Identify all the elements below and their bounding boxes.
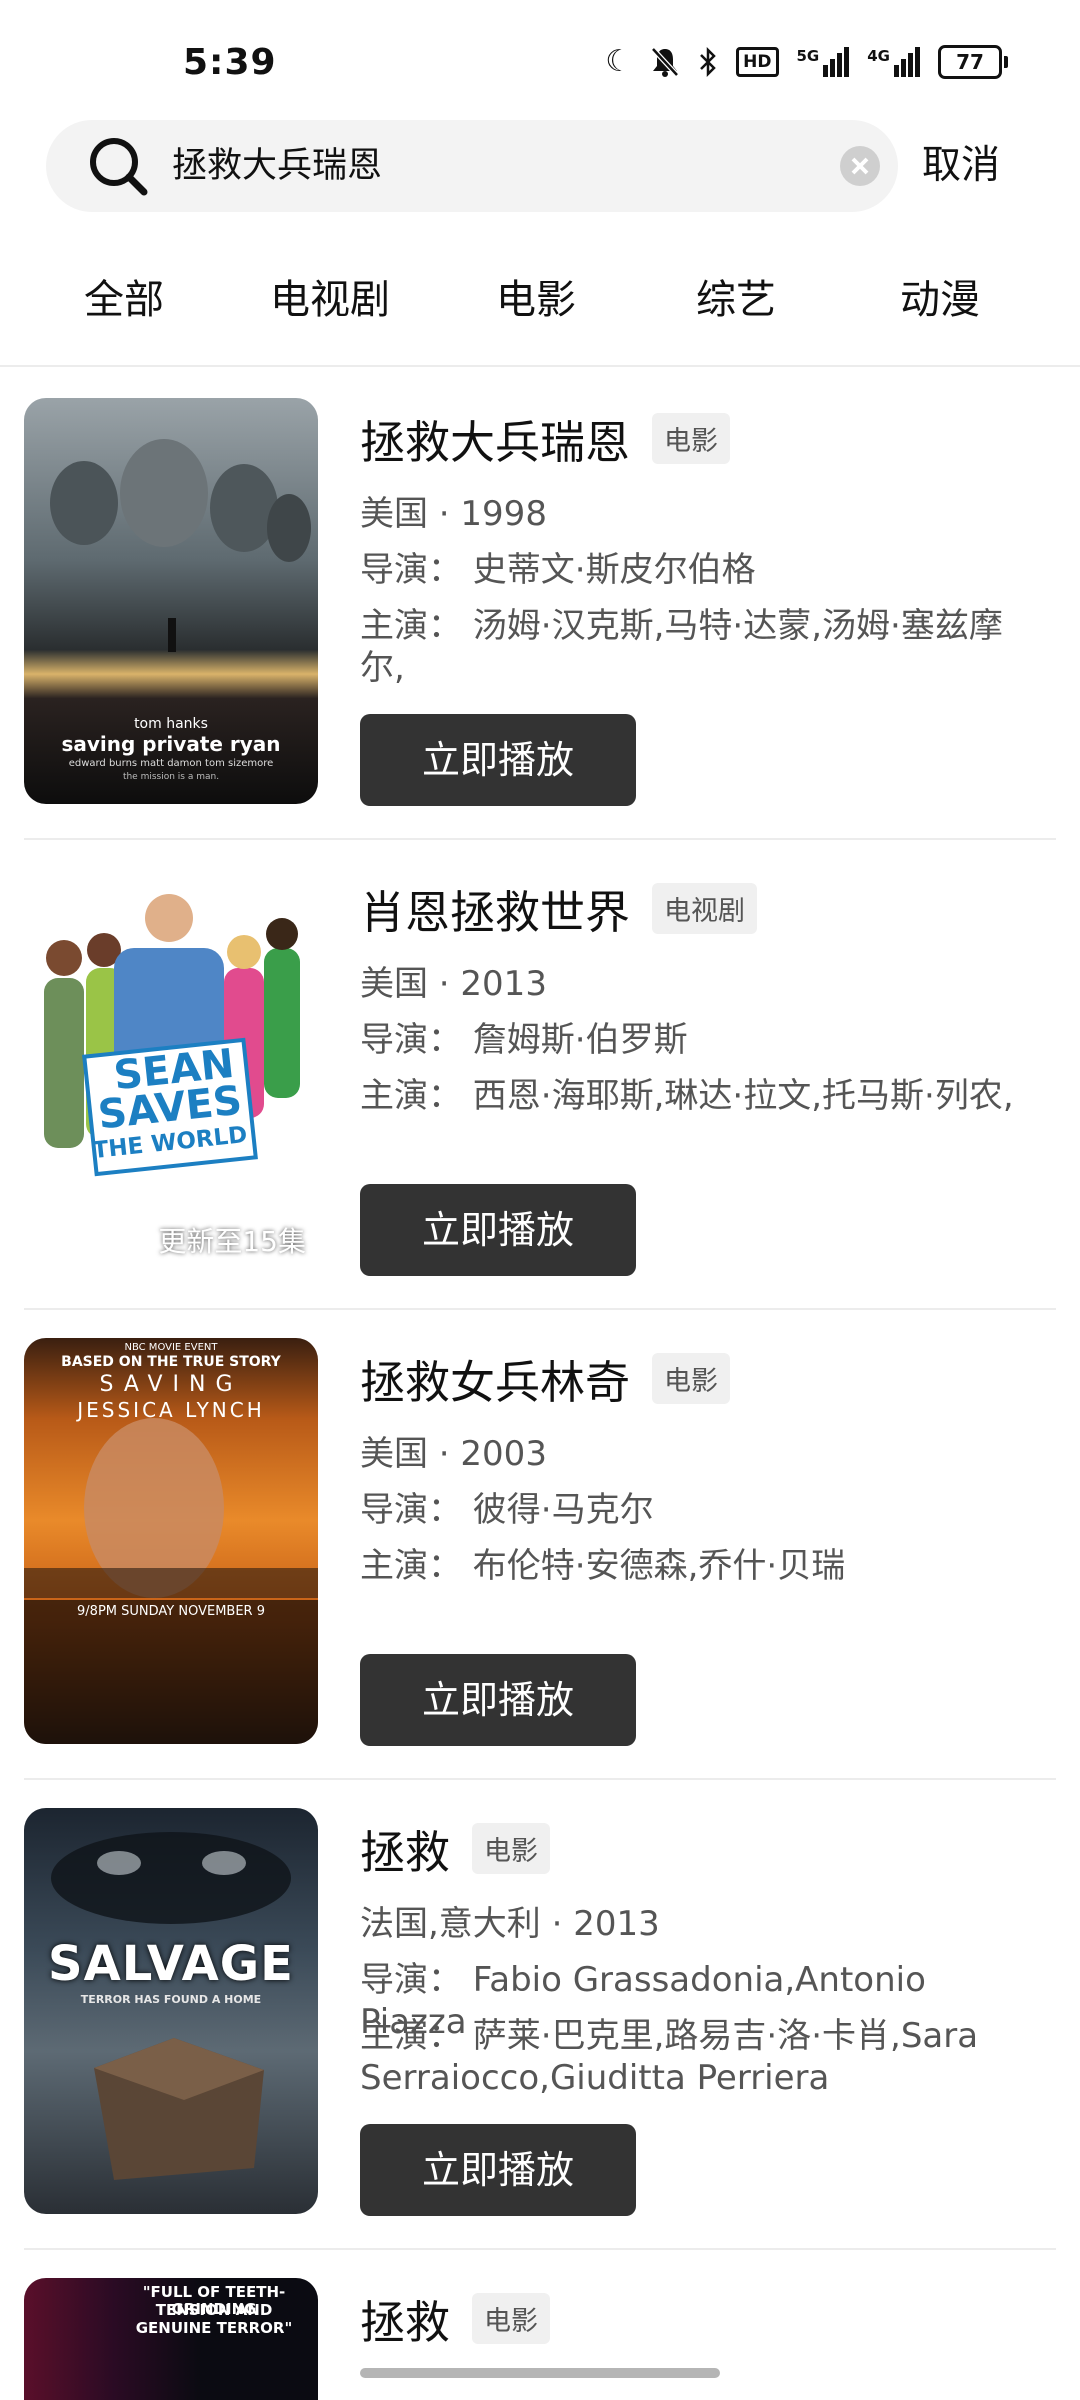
director: 导演： 詹姆斯·伯罗斯	[360, 1020, 688, 1060]
result-title[interactable]: 拯救大兵瑞恩	[360, 406, 630, 471]
divider	[0, 365, 1080, 367]
moon-icon: ☾	[605, 44, 633, 79]
poster-image[interactable]: SALVAGE TERROR HAS FOUND A HOME	[24, 1808, 318, 2214]
signal-4g-icon: 4G	[867, 47, 920, 77]
search-bar[interactable]: 拯救大兵瑞恩	[46, 120, 898, 212]
cast: 主演： 布伦特·安德森,乔什·贝瑞	[360, 1546, 846, 1586]
cast: 主演： 汤姆·汉克斯,马特·达蒙,汤姆·塞兹摩尔,	[360, 606, 1003, 688]
category-tabs: 全部 电视剧 电影 综艺 动漫	[0, 255, 1080, 345]
poster-image[interactable]: SEAN SAVES THE WORLD 更新至15集	[24, 868, 318, 1274]
search-input[interactable]: 拯救大兵瑞恩	[172, 120, 382, 212]
cast: 主演： 萨莱·巴克里,路易吉·洛·卡肖,Sara Serraiocco,Giud…	[360, 2016, 979, 2098]
update-badge: 更新至15集	[158, 1225, 306, 1258]
result-title[interactable]: 拯救	[360, 1816, 450, 1881]
region-year: 美国 · 1998	[360, 494, 547, 534]
tab-tv-series[interactable]: 电视剧	[270, 255, 390, 345]
divider	[24, 838, 1056, 840]
type-badge: 电影	[652, 413, 731, 464]
tab-variety[interactable]: 综艺	[696, 255, 776, 345]
bluetooth-icon	[700, 46, 716, 78]
search-icon	[90, 138, 148, 196]
home-indicator[interactable]	[360, 2368, 720, 2378]
play-button[interactable]: 立即播放	[360, 1184, 636, 1276]
hd-icon: HD	[736, 47, 779, 77]
type-badge: 电影	[472, 1823, 551, 1874]
play-button[interactable]: 立即播放	[360, 2124, 636, 2216]
poster-image[interactable]: tom hanks saving private ryan edward bur…	[24, 398, 318, 804]
divider	[24, 1308, 1056, 1310]
region-year: 美国 · 2003	[360, 1434, 547, 1474]
poster-image[interactable]: NBC MOVIE EVENT BASED ON THE TRUE STORY …	[24, 1338, 318, 1744]
type-badge: 电影	[652, 1353, 731, 1404]
signal-5g-icon: 5G	[797, 47, 850, 77]
status-bar: 5:39 ☾ HD 5G 4G 77	[0, 0, 1080, 110]
cancel-button[interactable]: 取消	[922, 120, 1000, 212]
status-icons: ☾ HD 5G 4G 77	[605, 44, 1008, 80]
tab-all[interactable]: 全部	[84, 255, 164, 345]
cast: 主演： 西恩·海耶斯,琳达·拉文,托马斯·列农,	[360, 1076, 1014, 1116]
result-title[interactable]: 拯救女兵林奇	[360, 1346, 630, 1411]
bell-off-icon	[651, 47, 679, 77]
play-button[interactable]: 立即播放	[360, 714, 636, 806]
tab-movies[interactable]: 电影	[496, 255, 576, 345]
result-title[interactable]: 拯救	[360, 2286, 450, 2351]
tab-anime[interactable]: 动漫	[900, 255, 980, 345]
director: 导演： 彼得·马克尔	[360, 1490, 654, 1530]
director: 导演： 史蒂文·斯皮尔伯格	[360, 550, 756, 590]
type-badge: 电影	[472, 2293, 551, 2344]
region-year: 美国 · 2013	[360, 964, 547, 1004]
region-year: 法国,意大利 · 2013	[360, 1904, 660, 1944]
battery-icon: 77	[938, 45, 1008, 79]
result-title[interactable]: 肖恩拯救世界	[360, 876, 630, 941]
divider	[24, 1778, 1056, 1780]
divider	[24, 2248, 1056, 2250]
play-button[interactable]: 立即播放	[360, 1654, 636, 1746]
clear-icon[interactable]	[840, 146, 880, 186]
type-badge: 电视剧	[652, 883, 758, 934]
status-time: 5:39	[183, 42, 277, 83]
poster-image[interactable]: "FULL OF TEETH-GRINDING TENSION AND GENU…	[24, 2278, 318, 2400]
